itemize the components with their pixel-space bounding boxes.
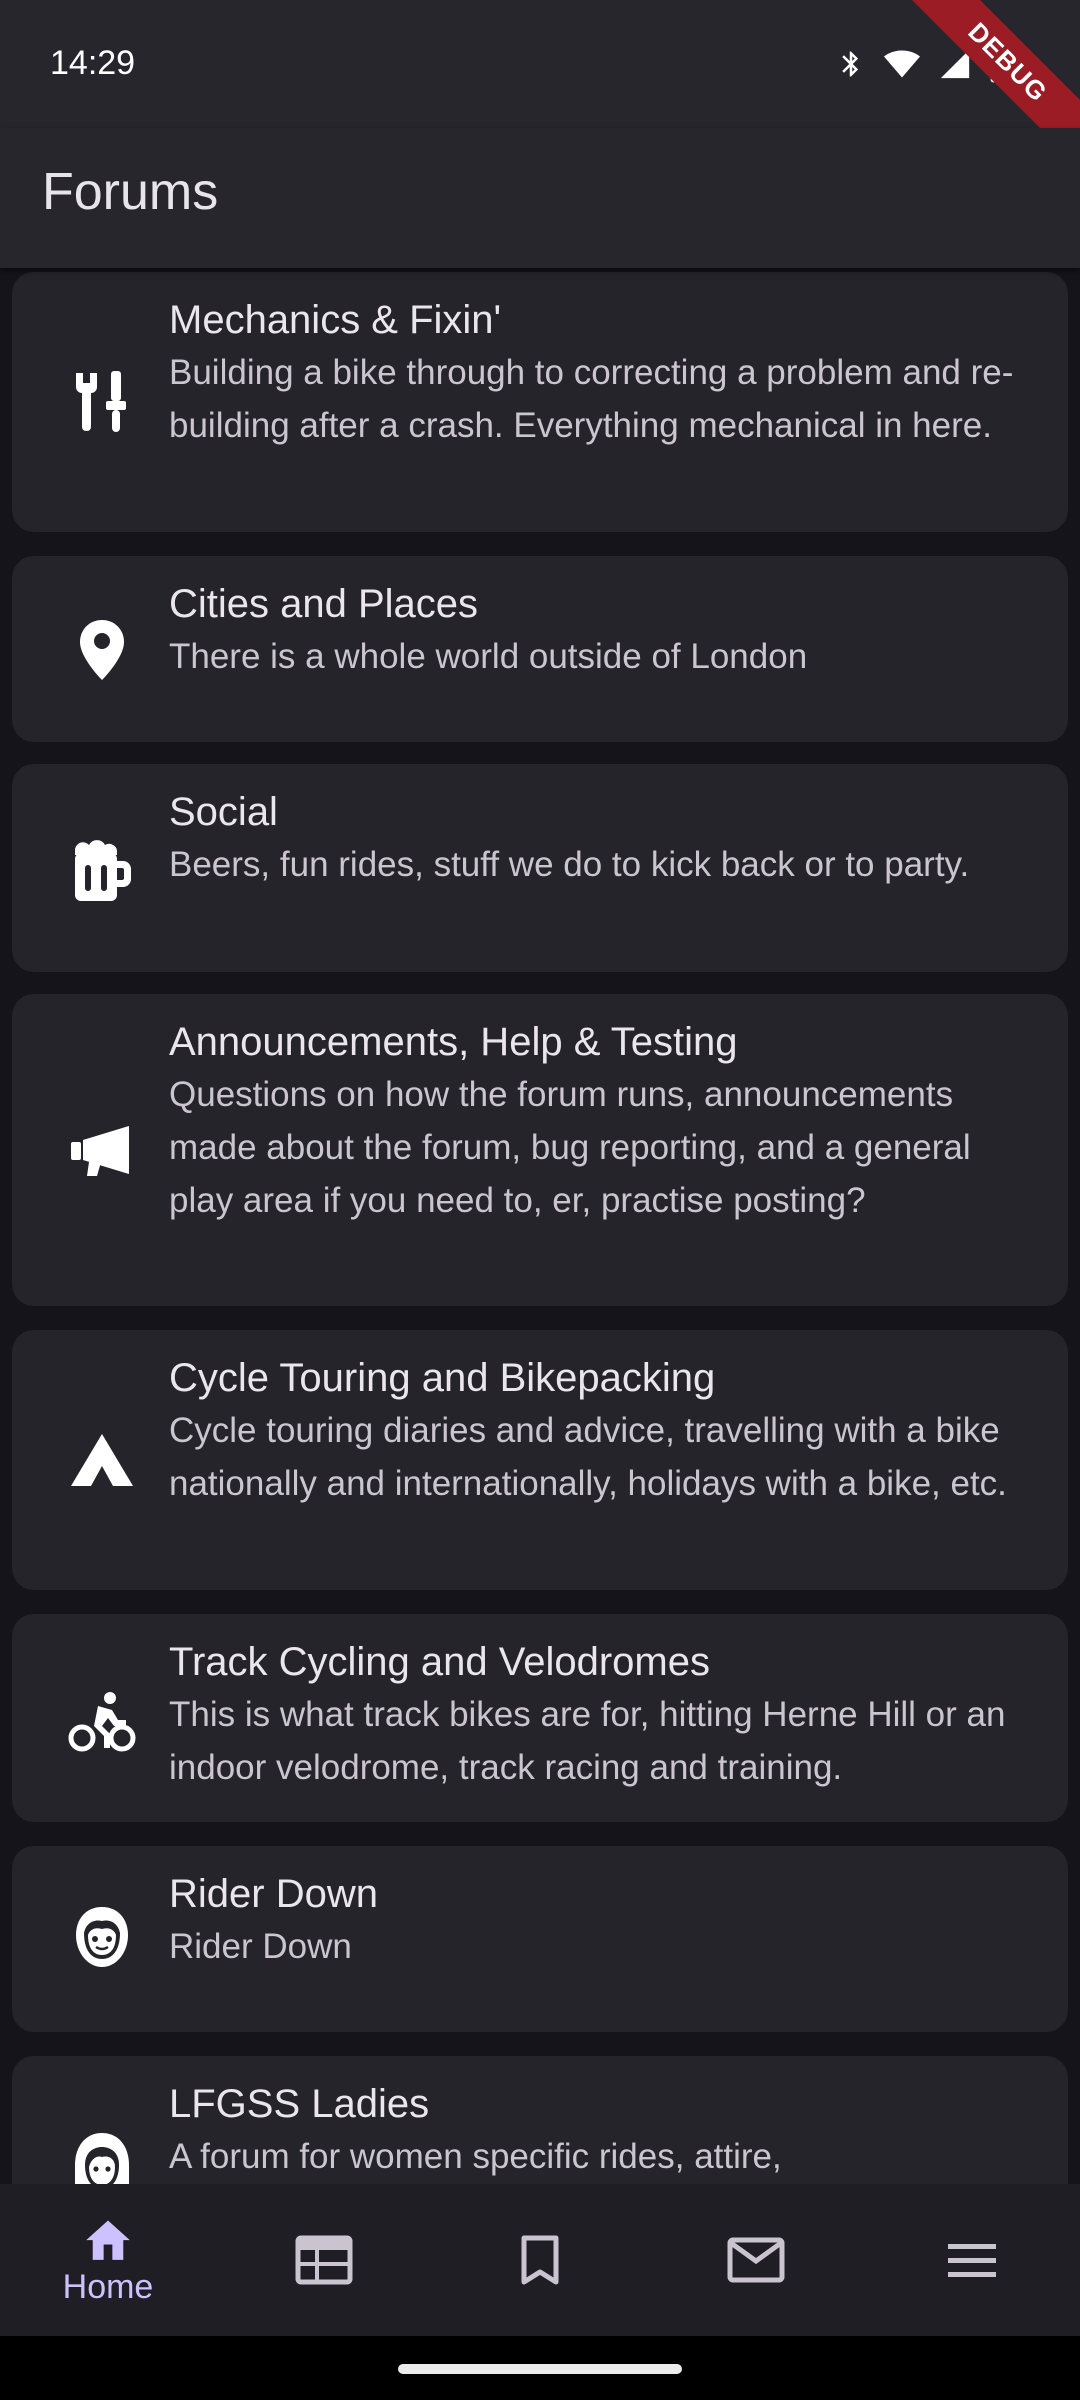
forum-title: Mechanics & Fixin' <box>169 298 502 342</box>
cyclist-icon <box>66 1686 138 1758</box>
gesture-bar <box>0 2336 1080 2400</box>
nav-bookmarks[interactable] <box>432 2184 648 2336</box>
forum-card-mechanics[interactable]: Mechanics & Fixin' Building a bike throu… <box>12 272 1068 532</box>
home-icon <box>86 2220 130 2260</box>
forum-description: There is a whole world outside of London <box>169 637 808 676</box>
home-gesture-handle[interactable] <box>398 2364 682 2374</box>
forum-description: A forum for women specific rides, attire… <box>169 2137 782 2176</box>
forum-description: Beers, fun rides, stuff we do to kick ba… <box>169 845 970 884</box>
tools-icon <box>66 366 138 438</box>
bookmark-icon <box>521 2235 559 2285</box>
forum-description: Building a bike through to correcting a … <box>169 353 1014 445</box>
menu-icon <box>948 2244 996 2277</box>
beer-mug-icon <box>66 836 138 908</box>
forum-list[interactable]: Mechanics & Fixin' Building a bike throu… <box>0 268 1080 2184</box>
bluetooth-icon <box>842 51 859 77</box>
page-title: Forums <box>42 163 219 221</box>
forum-title: Rider Down <box>169 1872 378 1916</box>
forum-title: Cities and Places <box>169 582 479 626</box>
forum-title: Cycle Touring and Bikepacking <box>169 1356 716 1400</box>
forum-title: Track Cycling and Velodromes <box>169 1640 710 1684</box>
forum-description: Questions on how the forum runs, announc… <box>169 1075 971 1220</box>
forum-description: Cycle touring diaries and advice, travel… <box>169 1411 1007 1503</box>
forum-title: Announcements, Help & Testing <box>169 1020 738 1064</box>
forum-card-track[interactable]: Track Cycling and Velodromes This is wha… <box>12 1614 1068 1822</box>
nav-calendar[interactable] <box>216 2184 432 2336</box>
calendar-icon <box>295 2235 353 2285</box>
status-bar: 14:29 DEBUG <box>0 0 1080 186</box>
forum-card-social[interactable]: Social Beers, fun rides, stuff we do to … <box>12 764 1068 972</box>
forum-description: This is what track bikes are for, hittin… <box>169 1695 1006 1787</box>
forum-title: Social <box>169 790 278 834</box>
forum-description: Rider Down <box>169 1927 352 1966</box>
megaphone-icon <box>66 1114 138 1186</box>
nav-messages[interactable] <box>648 2184 864 2336</box>
forum-card-cities[interactable]: Cities and Places There is a whole world… <box>12 556 1068 742</box>
mail-icon <box>727 2237 785 2283</box>
nav-home-label: Home <box>62 2267 154 2306</box>
woman-icon <box>66 2128 138 2184</box>
nav-home[interactable]: Home <box>0 2184 216 2336</box>
status-time: 14:29 <box>50 44 136 82</box>
forum-card-ladies[interactable]: LFGSS Ladies A forum for women specific … <box>12 2056 1068 2184</box>
forum-card-rider-down[interactable]: Rider Down Rider Down <box>12 1846 1068 2032</box>
wifi-icon <box>884 50 920 78</box>
app-bar: Forums <box>0 128 1080 268</box>
face-icon <box>66 1902 138 1974</box>
forum-card-announcements[interactable]: Announcements, Help & Testing Questions … <box>12 994 1068 1306</box>
map-pin-icon <box>66 614 138 686</box>
nav-menu[interactable] <box>864 2184 1080 2336</box>
forum-card-touring[interactable]: Cycle Touring and Bikepacking Cycle tour… <box>12 1330 1068 1590</box>
tent-icon <box>66 1424 138 1496</box>
forum-title: LFGSS Ladies <box>169 2082 430 2126</box>
bottom-navigation: Home <box>0 2184 1080 2336</box>
